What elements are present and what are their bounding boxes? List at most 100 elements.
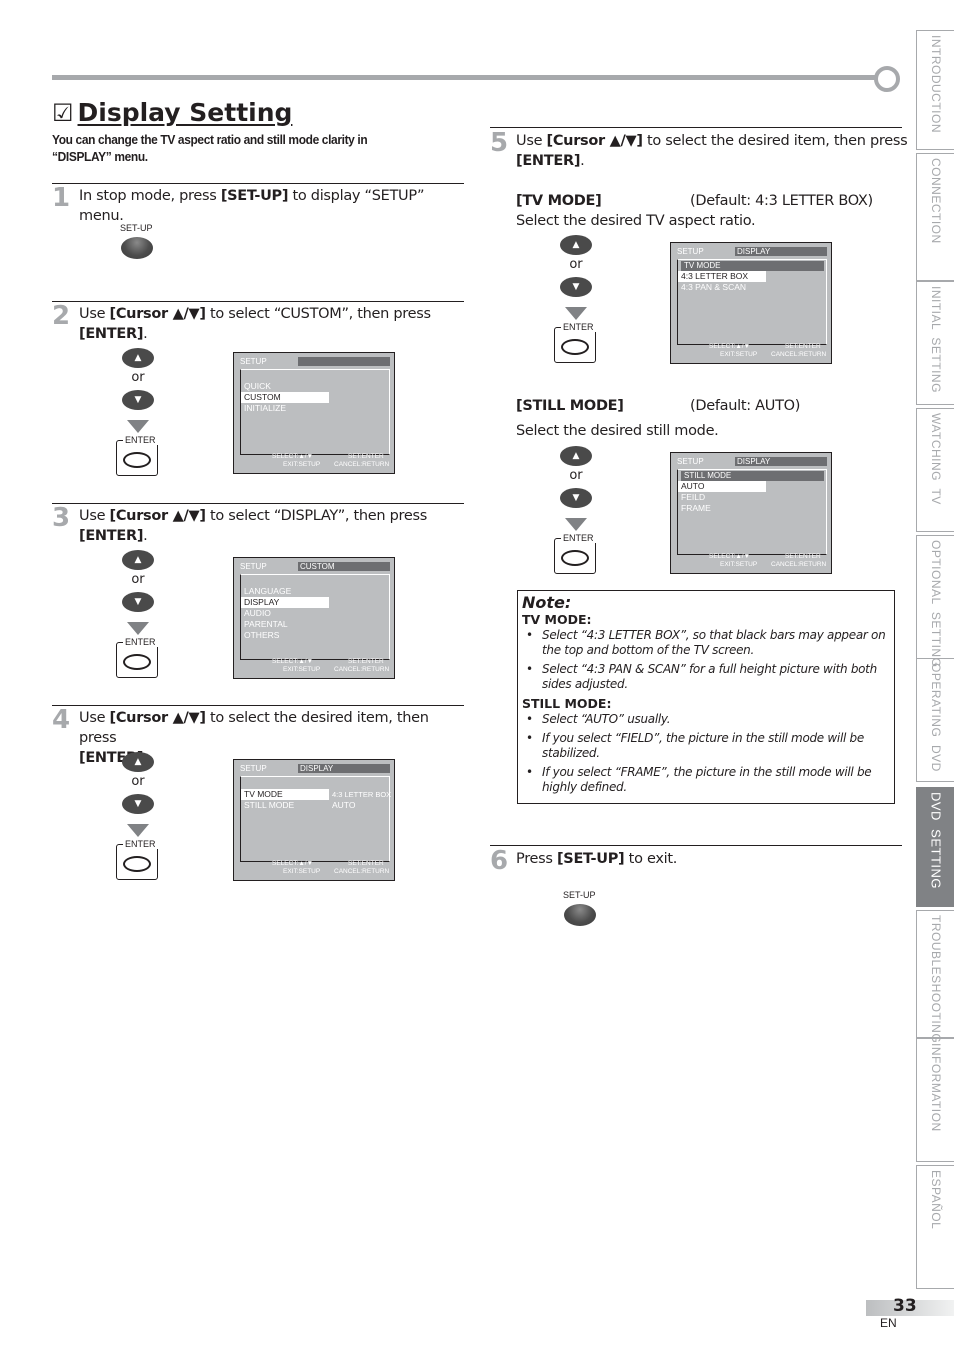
bullet-icon: • xyxy=(526,662,533,676)
osd-menu-item[interactable]: FRAME xyxy=(678,503,826,514)
cursor-up-button[interactable]: ▲ xyxy=(122,752,154,772)
setup-button[interactable] xyxy=(564,904,596,926)
osd-menu: TV MODE 4:3 LETTER BOX 4:3 PAN & SCAN xyxy=(677,259,827,345)
bullet-icon: • xyxy=(526,712,533,726)
enter-button[interactable] xyxy=(123,452,151,468)
page-title-text: Display Setting xyxy=(77,98,293,127)
enter-button[interactable] xyxy=(561,339,589,355)
osd-menu-item-selected[interactable]: TV MODE xyxy=(241,789,329,800)
down-arrow-icon: ▼ xyxy=(134,597,142,607)
osd-menu: STILL MODE AUTO FEILD FRAME xyxy=(677,469,827,555)
step-number: 1 xyxy=(52,183,71,213)
osd-header-left: SETUP xyxy=(240,357,267,366)
cursor-down-button[interactable]: ▼ xyxy=(122,592,154,612)
cursor-down-button[interactable]: ▼ xyxy=(122,794,154,814)
bullet-icon: • xyxy=(526,628,533,642)
still-mode-desc: Select the desired still mode. xyxy=(516,423,719,439)
side-tab[interactable]: CONNECTION xyxy=(916,153,954,281)
side-tab-label: OPERATING DVD xyxy=(928,663,943,772)
side-tab[interactable]: DVD SETTING xyxy=(916,787,954,907)
step-3-text: Use [Cursor ▲/▼] to select “DISPLAY”, th… xyxy=(79,508,428,544)
osd-submenu-title: STILL MODE xyxy=(681,471,824,481)
osd-menu-item[interactable]: STILL MODE xyxy=(241,800,389,811)
side-tab-label: ESPAÑOL xyxy=(928,1170,943,1230)
flow-arrow-icon xyxy=(127,824,149,837)
enter-button-label: ENTER xyxy=(561,533,596,543)
osd-menu-item[interactable]: PARENTAL xyxy=(241,619,389,630)
side-tab[interactable]: ESPAÑOL xyxy=(916,1165,954,1289)
osd-menu-item[interactable]: QUICK xyxy=(241,381,389,392)
up-arrow-icon: ▲ xyxy=(572,451,580,461)
note-item: • Select “4:3 PAN & SCAN” for a full heig… xyxy=(526,662,877,691)
cursor-up-button[interactable]: ▲ xyxy=(560,235,592,255)
side-tab[interactable]: INTRODUCTION xyxy=(916,30,954,150)
tv-mode-label: [TV MODE] xyxy=(516,193,602,209)
up-arrow-icon: ▲ xyxy=(134,555,142,565)
setup-button[interactable] xyxy=(121,237,153,259)
step-divider xyxy=(52,183,464,184)
setup-button-label: SET-UP xyxy=(120,223,153,233)
enter-button-label: ENTER xyxy=(123,637,158,647)
note-title: Note: xyxy=(522,593,572,612)
or-label: or xyxy=(131,774,145,789)
enter-button[interactable] xyxy=(561,550,589,566)
osd-row[interactable]: STILL MODE AUTO xyxy=(241,800,389,811)
osd-footer-set: SET:ENTER xyxy=(785,343,821,350)
note-item: • Select “AUTO” usually. xyxy=(526,712,671,726)
step-number: 3 xyxy=(52,503,71,533)
step-number: 2 xyxy=(52,301,71,331)
osd-footer-exit: EXIT:SETUP xyxy=(283,868,321,875)
osd-tv-mode-screen: SETUP DISPLAY TV MODE 4:3 LETTER BOX 4:3… xyxy=(670,242,832,364)
side-tab[interactable]: INITIAL SETTING xyxy=(916,281,954,405)
side-tab[interactable]: OPTIONAL SETTING xyxy=(916,535,954,667)
step-number: 6 xyxy=(490,846,509,876)
side-tab-label: INTRODUCTION xyxy=(928,35,943,133)
osd-menu-item-selected[interactable]: AUTO xyxy=(678,481,766,492)
step-divider xyxy=(490,127,902,128)
cursor-down-button[interactable]: ▼ xyxy=(560,277,592,297)
down-arrow-icon: ▼ xyxy=(134,799,142,809)
osd-header-left: SETUP xyxy=(240,764,267,773)
side-tab[interactable]: WATCHING TV xyxy=(916,408,954,532)
step-divider xyxy=(52,503,464,504)
osd-menu-item[interactable]: LANGUAGE xyxy=(241,586,389,597)
osd-menu-item-selected[interactable]: DISPLAY xyxy=(241,597,329,608)
osd-menu-item[interactable]: FEILD xyxy=(678,492,826,503)
cursor-down-button[interactable]: ▼ xyxy=(560,488,592,508)
osd-footer-select: SELECT:▲/▼ xyxy=(709,343,751,350)
enter-button[interactable] xyxy=(123,856,151,872)
down-arrow-icon: ▼ xyxy=(134,395,142,405)
enter-button-label: ENTER xyxy=(561,322,596,332)
osd-footer-cancel: CANCEL:RETURN xyxy=(334,868,390,875)
osd-footer-select: SELECT:▲/▼ xyxy=(272,658,314,665)
osd-still-mode-screen: SETUP DISPLAY STILL MODE AUTO FEILD FRAM… xyxy=(670,452,832,574)
osd-display-screen: SETUP DISPLAY TV MODE 4:3 LETTER BOX STI… xyxy=(233,759,395,881)
side-tab[interactable]: INFORMATION xyxy=(916,1038,954,1162)
cursor-up-button[interactable]: ▲ xyxy=(122,550,154,570)
note-item: • Select “4:3 LETTER BOX”, so that black … xyxy=(526,628,886,657)
enter-button[interactable] xyxy=(123,654,151,670)
osd-footer-exit: EXIT:SETUP xyxy=(720,351,758,358)
cursor-up-button[interactable]: ▲ xyxy=(122,348,154,368)
osd-custom-screen: SETUP CUSTOM LANGUAGE DISPLAY AUDIO PARE… xyxy=(233,557,395,679)
side-tab-label: TROUBLESHOOTING xyxy=(928,915,943,1044)
cursor-down-button[interactable]: ▼ xyxy=(122,390,154,410)
osd-menu-item[interactable]: OTHERS xyxy=(241,630,389,641)
osd-header-right xyxy=(298,357,390,366)
side-tab-label: CONNECTION xyxy=(928,158,943,244)
osd-menu-item[interactable]: 4:3 PAN & SCAN xyxy=(678,282,826,293)
osd-menu-item-selected[interactable]: CUSTOM xyxy=(241,392,329,403)
osd-menu-item-selected[interactable]: 4:3 LETTER BOX xyxy=(678,271,766,282)
up-arrow-icon: ▲ xyxy=(572,240,580,250)
osd-menu-item[interactable]: AUDIO xyxy=(241,608,389,619)
side-tab[interactable]: TROUBLESHOOTING xyxy=(916,910,954,1043)
osd-header-right: DISPLAY xyxy=(298,764,390,773)
osd-menu-item[interactable]: INITIALIZE xyxy=(241,403,389,414)
note-heading-tv-mode: TV MODE: xyxy=(522,612,592,627)
cursor-up-button[interactable]: ▲ xyxy=(560,446,592,466)
osd-row[interactable]: TV MODE 4:3 LETTER BOX xyxy=(241,789,392,800)
osd-footer-cancel: CANCEL:RETURN xyxy=(771,561,827,568)
side-tab[interactable]: OPERATING DVD xyxy=(916,658,954,782)
osd-menu-value: 4:3 LETTER BOX xyxy=(332,790,392,799)
osd-footer-set: SET:ENTER xyxy=(785,553,821,560)
